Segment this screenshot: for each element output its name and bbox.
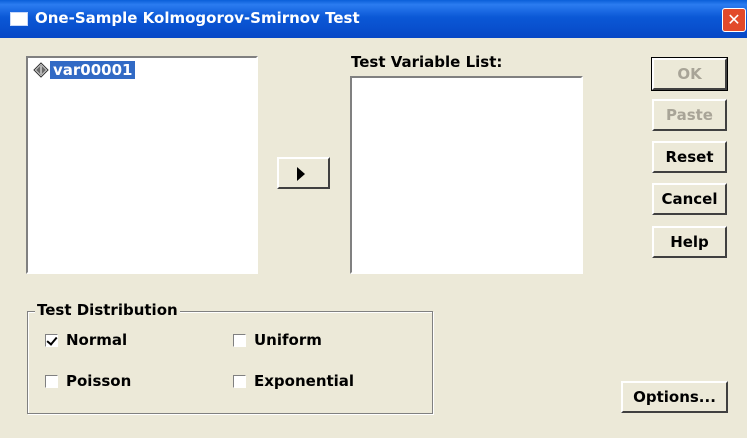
ok-button[interactable]: OK [651, 57, 728, 91]
checkbox-icon [45, 374, 58, 388]
help-button[interactable]: Help [652, 226, 727, 258]
test-distribution-title: Test Distribution [35, 301, 180, 319]
cancel-button[interactable]: Cancel [652, 183, 727, 215]
test-variable-list[interactable] [350, 76, 583, 274]
reset-button[interactable]: Reset [652, 141, 727, 173]
uniform-checkbox[interactable]: Uniform [233, 331, 322, 349]
title-bar[interactable]: One-Sample Kolmogorov-Smirnov Test ✕ [0, 0, 747, 38]
normal-checkbox[interactable]: Normal [45, 331, 127, 349]
close-button[interactable]: ✕ [722, 8, 746, 32]
list-item[interactable]: var00001 [33, 61, 137, 79]
uniform-label: Uniform [254, 331, 322, 349]
exponential-checkbox[interactable]: Exponential [233, 372, 354, 390]
checkbox-icon [233, 374, 246, 388]
exponential-label: Exponential [254, 372, 355, 390]
window-title: One-Sample Kolmogorov-Smirnov Test [35, 9, 360, 27]
close-icon: ✕ [727, 10, 741, 29]
window-icon [10, 12, 28, 26]
source-variable-list[interactable]: var00001 [26, 56, 258, 274]
options-button[interactable]: Options... [621, 381, 728, 413]
checkbox-icon [233, 333, 246, 347]
test-variable-list-label: Test Variable List: [351, 53, 503, 71]
normal-label: Normal [66, 331, 128, 349]
right-arrow-icon [297, 167, 305, 181]
test-distribution-group [27, 311, 433, 414]
paste-button[interactable]: Paste [652, 99, 727, 131]
move-variable-button[interactable] [277, 157, 330, 189]
checkbox-checked-icon [45, 333, 58, 347]
scale-variable-icon [33, 62, 49, 78]
poisson-label: Poisson [66, 372, 132, 390]
variable-label: var00001 [50, 61, 136, 79]
poisson-checkbox[interactable]: Poisson [45, 372, 131, 390]
